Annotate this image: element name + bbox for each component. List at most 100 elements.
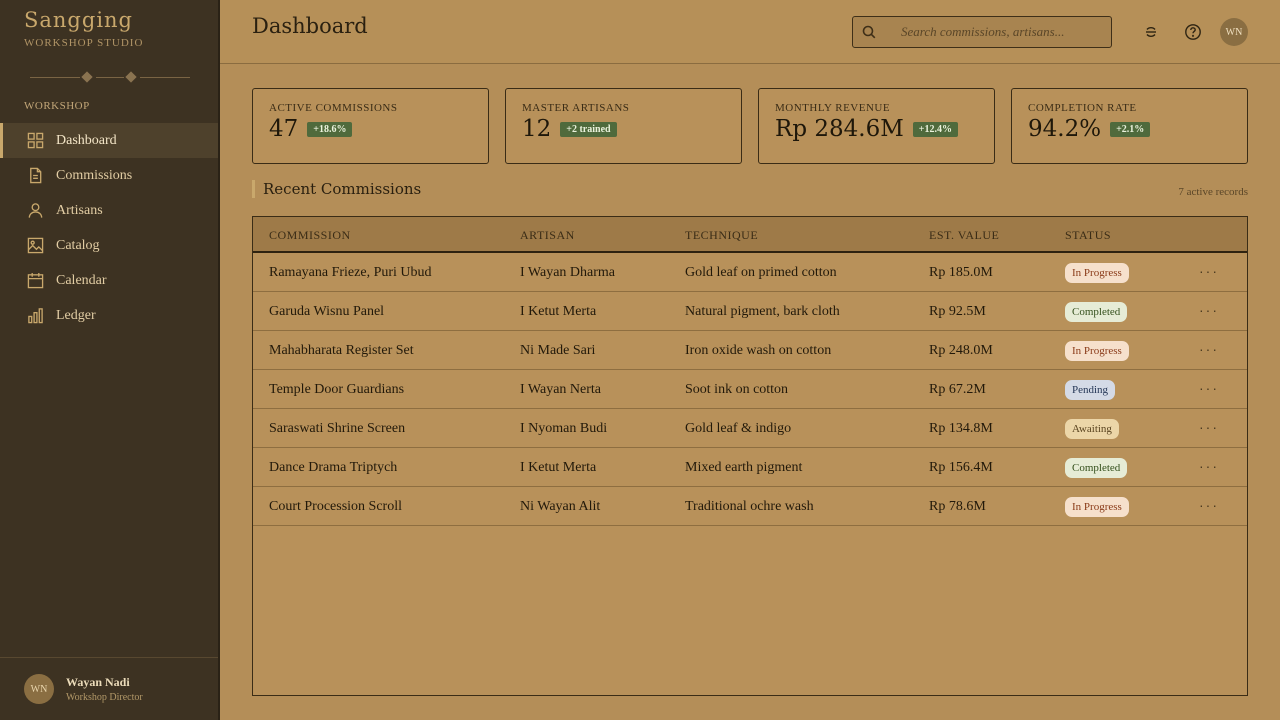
cell-artisan: I Ketut Merta (520, 304, 597, 319)
calendar-icon (26, 272, 44, 290)
status-badge: In Progress (1065, 263, 1129, 283)
cell-commission: Garuda Wisnu Panel (269, 304, 385, 319)
more-actions-icon[interactable]: ··· (1199, 419, 1219, 435)
records-count: 7 active records (1178, 186, 1248, 198)
cell-artisan: I Ketut Merta (520, 460, 597, 475)
cell-commission: Mahabharata Register Set (269, 343, 414, 358)
cell-value: Rp 134.8M (929, 421, 993, 436)
cell-commission: Temple Door Guardians (269, 382, 405, 397)
more-actions-icon[interactable]: ··· (1199, 497, 1219, 513)
column-header[interactable]: ARTISAN (520, 228, 575, 243)
kpi-badge: +12.4% (912, 121, 958, 137)
kpi-value: 94.2% (1028, 116, 1102, 142)
avatar[interactable]: WN (1220, 18, 1248, 46)
status-badge: Completed (1065, 458, 1128, 478)
search-icon (853, 25, 885, 39)
cell-artisan: I Nyoman Budi (520, 421, 608, 436)
person-icon (26, 202, 44, 220)
brand-name: Sangging (24, 8, 134, 32)
kpi-value: 47 (269, 116, 299, 142)
column-header[interactable]: TECHNIQUE (685, 228, 758, 243)
table-row[interactable]: Temple Door Guardians I Wayan Nerta Soot i… (253, 370, 1247, 409)
cell-technique: Mixed earth pigment (685, 460, 803, 475)
kpi-monthly-revenue: MONTHLY REVENUE Rp 284.6M +12.4% (758, 88, 995, 164)
bar-chart-icon (26, 307, 44, 325)
kpi-badge: +18.6% (307, 121, 353, 137)
kpi-completion-rate: COMPLETION RATE 94.2% +2.1% (1011, 88, 1248, 164)
user-name: Wayan Nadi (66, 675, 130, 689)
help-icon[interactable] (1184, 23, 1202, 41)
theme-toggle-icon[interactable] (1142, 23, 1160, 41)
cell-artisan: I Wayan Dharma (520, 265, 616, 280)
section-title: Recent Commissions (252, 180, 421, 198)
cell-artisan: Ni Wayan Alit (520, 499, 601, 514)
cell-technique: Soot ink on cotton (685, 382, 789, 397)
column-header[interactable]: EST. VALUE (929, 228, 999, 243)
kpi-label: COMPLETION RATE (1028, 102, 1137, 114)
more-actions-icon[interactable]: ··· (1199, 458, 1219, 474)
cell-commission: Court Procession Scroll (269, 499, 402, 514)
kpi-active-commissions: ACTIVE COMMISSIONS 47 +18.6% (252, 88, 489, 164)
cell-value: Rp 67.2M (929, 382, 986, 397)
more-actions-icon[interactable]: ··· (1199, 263, 1219, 279)
user-profile[interactable]: WN Wayan Nadi Workshop Director (0, 657, 218, 720)
grid-icon (26, 132, 44, 150)
status-badge: Awaiting (1065, 419, 1119, 439)
kpi-value: 12 (522, 116, 552, 142)
search-input[interactable] (885, 24, 1111, 40)
more-actions-icon[interactable]: ··· (1199, 380, 1219, 396)
brand: Sangging WORKSHOP STUDIO (24, 6, 143, 49)
cell-technique: Gold leaf on primed cotton (685, 265, 837, 280)
cell-value: Rp 248.0M (929, 343, 993, 358)
sidebar-item-label: Catalog (56, 237, 100, 253)
kpi-badge: +2 trained (560, 121, 617, 137)
sidebar-item-label: Dashboard (56, 132, 117, 148)
user-role: Workshop Director (66, 692, 143, 703)
sidebar-nav: Dashboard Commissions Artisans Catalog C… (0, 123, 218, 333)
table-row[interactable]: Mahabharata Register Set Ni Made Sari Iron… (253, 331, 1247, 370)
more-actions-icon[interactable]: ··· (1199, 341, 1219, 357)
cell-technique: Natural pigment, bark cloth (685, 304, 840, 319)
sidebar-section-label: WORKSHOP (24, 100, 90, 112)
status-badge: Pending (1065, 380, 1116, 400)
sidebar-item-ledger[interactable]: Ledger (0, 298, 218, 333)
sidebar-item-catalog[interactable]: Catalog (0, 228, 218, 263)
sidebar-item-calendar[interactable]: Calendar (0, 263, 218, 298)
sidebar-item-label: Commissions (56, 167, 133, 183)
image-icon (26, 237, 44, 255)
table-row[interactable]: Dance Drama Triptych I Ketut Merta Mixed e… (253, 448, 1247, 487)
brand-subtitle: WORKSHOP STUDIO (24, 37, 144, 49)
cell-technique: Gold leaf & indigo (685, 421, 792, 436)
sidebar: Sangging WORKSHOP STUDIO WORKSHOP Dashbo… (0, 0, 220, 720)
kpi-badge: +2.1% (1110, 121, 1151, 137)
cell-value: Rp 78.6M (929, 499, 986, 514)
table-row[interactable]: Court Procession Scroll Ni Wayan Alit Trad… (253, 487, 1247, 526)
table-row[interactable]: Saraswati Shrine Screen I Nyoman Budi Gold… (253, 409, 1247, 448)
sidebar-item-artisans[interactable]: Artisans (0, 193, 218, 228)
cell-commission: Saraswati Shrine Screen (269, 421, 406, 436)
cell-value: Rp 185.0M (929, 265, 993, 280)
sidebar-item-label: Artisans (56, 202, 103, 218)
table-row[interactable]: Ramayana Frieze, Puri Ubud I Wayan Dharma… (253, 253, 1247, 292)
column-header[interactable]: COMMISSION (269, 228, 351, 243)
avatar: WN (24, 674, 54, 704)
status-badge: In Progress (1065, 341, 1129, 361)
sidebar-item-commissions[interactable]: Commissions (0, 158, 218, 193)
page-title: Dashboard (252, 14, 368, 38)
cell-value: Rp 92.5M (929, 304, 986, 319)
cell-commission: Dance Drama Triptych (269, 460, 398, 475)
cell-artisan: I Wayan Nerta (520, 382, 602, 397)
table-row[interactable]: Garuda Wisnu Panel I Ketut Merta Natural p… (253, 292, 1247, 331)
kpi-label: ACTIVE COMMISSIONS (269, 102, 398, 114)
sidebar-item-label: Calendar (56, 272, 107, 288)
kpi-master-artisans: MASTER ARTISANS 12 +2 trained (505, 88, 742, 164)
sidebar-item-dashboard[interactable]: Dashboard (0, 123, 218, 158)
kpi-label: MASTER ARTISANS (522, 102, 630, 114)
status-badge: Completed (1065, 302, 1128, 322)
table-body: Ramayana Frieze, Puri Ubud I Wayan Dharma… (253, 253, 1247, 526)
table-header: COMMISSION ARTISAN TECHNIQUE EST. VALUE … (253, 217, 1247, 253)
more-actions-icon[interactable]: ··· (1199, 302, 1219, 318)
column-header[interactable]: STATUS (1065, 228, 1111, 243)
document-icon (26, 167, 44, 185)
kpi-label: MONTHLY REVENUE (775, 102, 891, 114)
